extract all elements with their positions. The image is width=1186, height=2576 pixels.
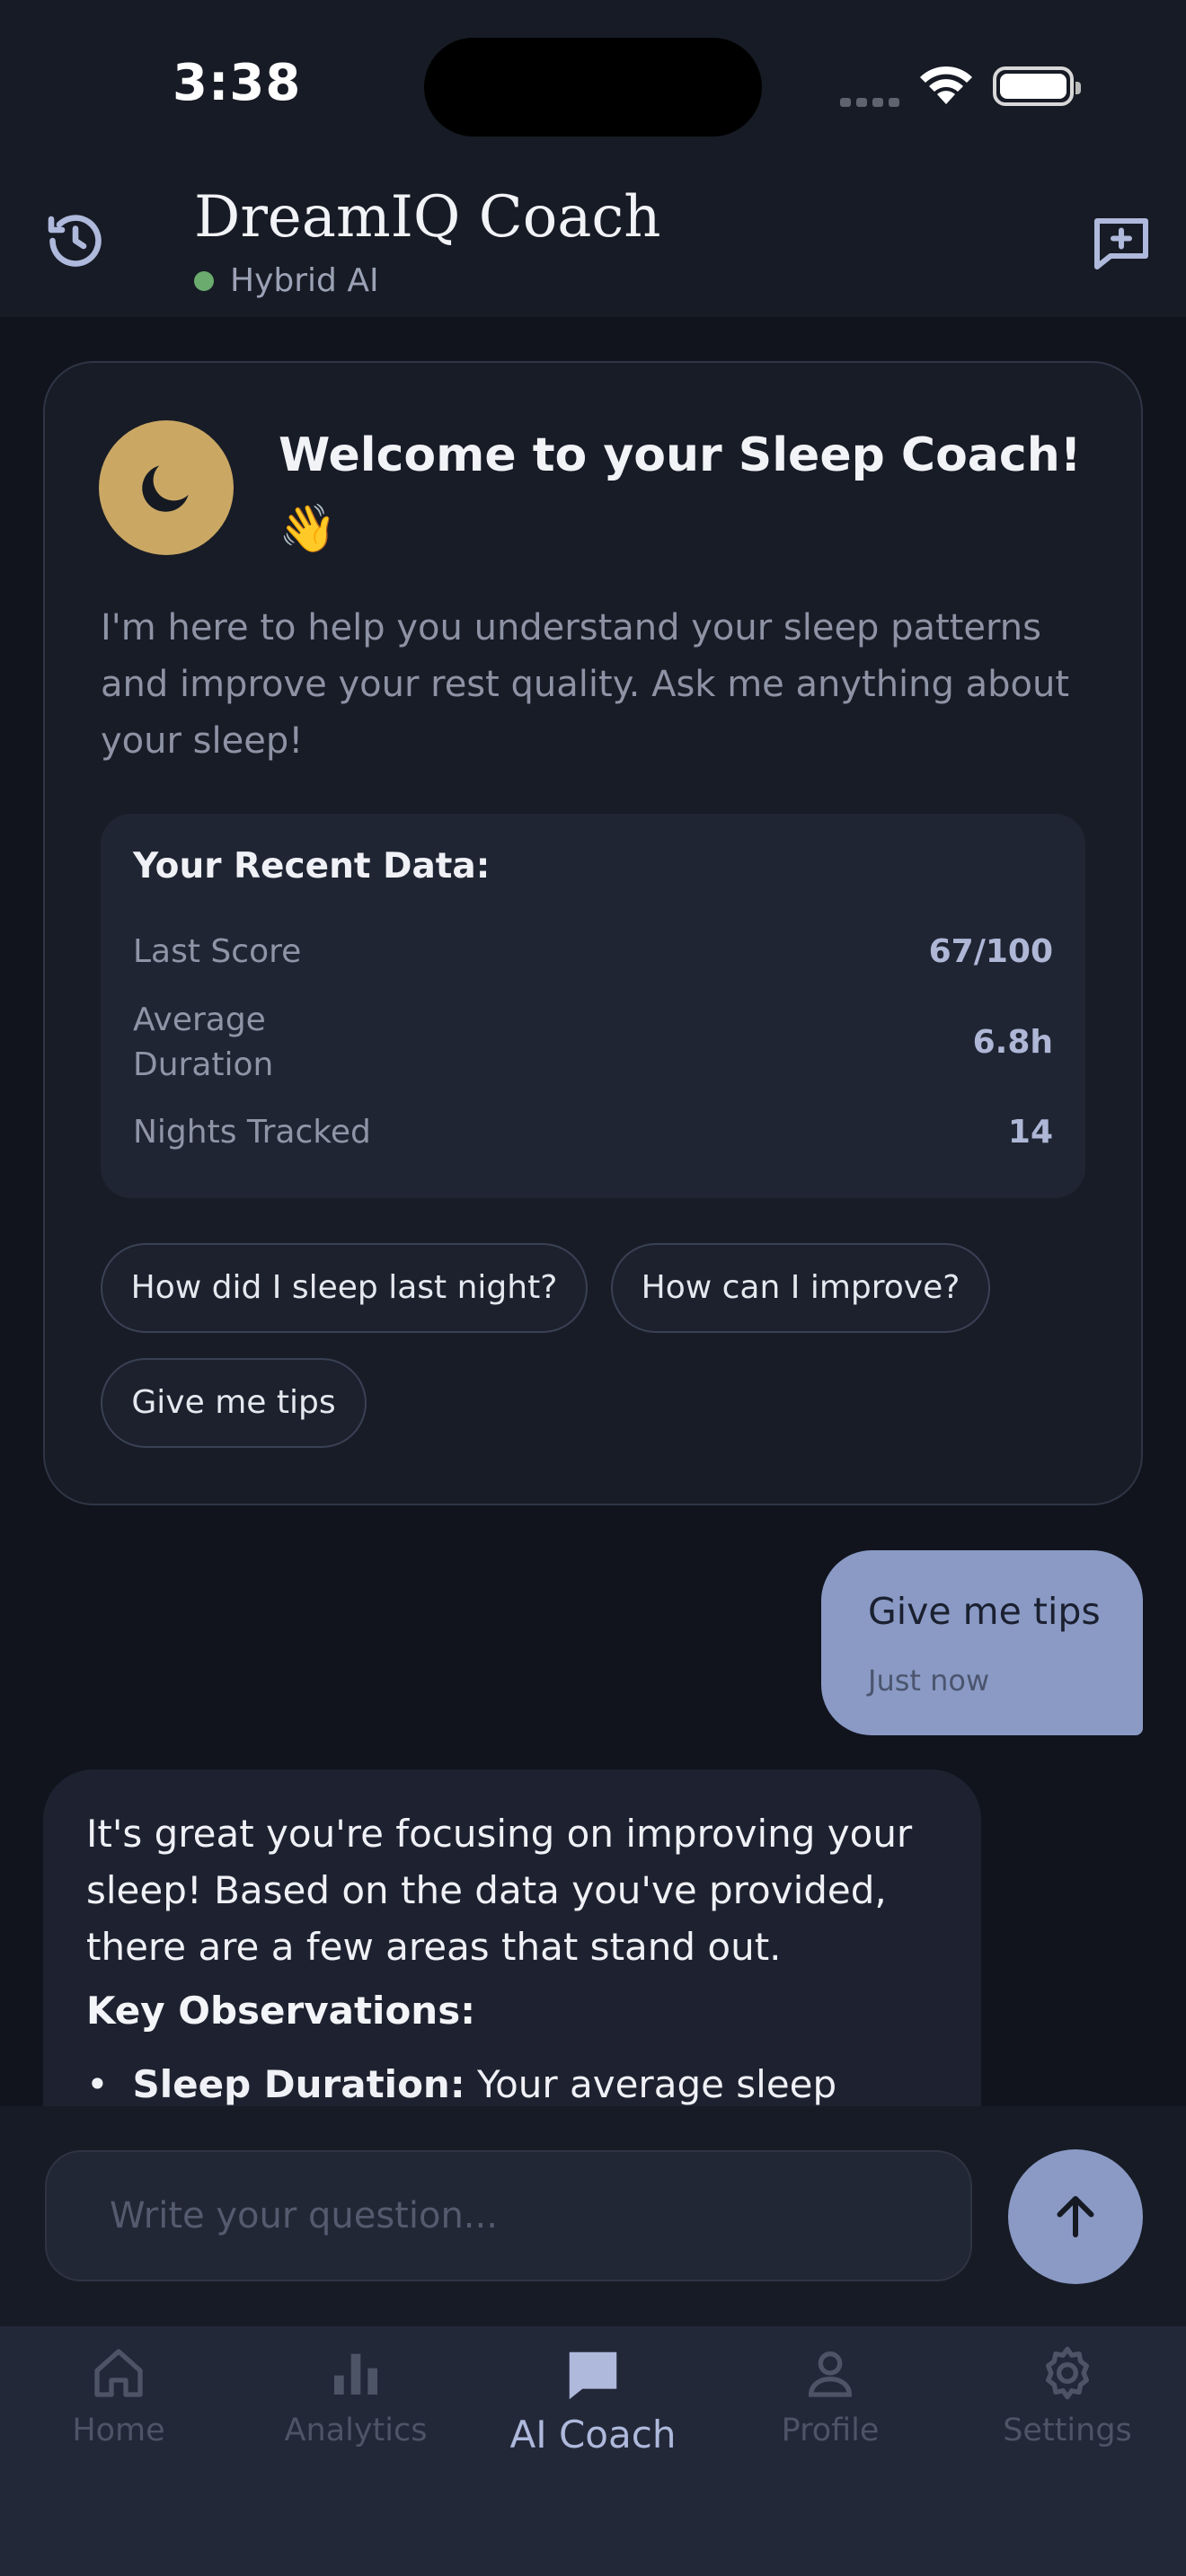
- gear-icon: [1046, 2346, 1089, 2400]
- ai-message-bubble: It's great you're focusing on improving …: [43, 1769, 981, 2147]
- home-icon: [94, 2349, 143, 2397]
- chat-icon: [569, 2351, 617, 2400]
- tab-profile[interactable]: Profile: [731, 2344, 929, 2470]
- nights-tracked-label: Nights Tracked: [133, 1114, 371, 1151]
- app-title: DreamIQ Coach: [194, 184, 661, 251]
- tab-profile-label: Profile: [781, 2413, 880, 2448]
- welcome-text: I'm here to help you understand your sle…: [101, 607, 1070, 762]
- dynamic-island: [424, 38, 762, 137]
- welcome-title: Welcome to your Sleep Coach! 👋: [279, 428, 1082, 556]
- tab-analytics-label: Analytics: [284, 2413, 428, 2448]
- tab-settings-label: Settings: [1003, 2413, 1132, 2448]
- moon-icon: [142, 465, 189, 512]
- ai-mode-label: Hybrid AI: [230, 262, 379, 299]
- arrow-up-icon: [1057, 2196, 1094, 2237]
- question-input[interactable]: [45, 2150, 972, 2281]
- status-time: 3:38: [173, 54, 302, 112]
- tab-home[interactable]: Home: [20, 2344, 217, 2470]
- last-score-label: Last Score: [133, 933, 302, 970]
- coach-avatar: [99, 420, 234, 555]
- suggestion-chip-sleep-last-night[interactable]: How did I sleep last night?: [101, 1243, 588, 1333]
- nights-tracked-value: 14: [1007, 1114, 1053, 1151]
- new-chat-icon[interactable]: [1089, 210, 1154, 275]
- battery-icon: [993, 66, 1081, 106]
- cellular-signal-icon: [840, 93, 905, 110]
- tab-ai-coach-label: AI Coach: [509, 2413, 677, 2457]
- person-icon: [808, 2351, 853, 2397]
- bullet-label: Sleep Duration:: [132, 2062, 465, 2106]
- suggestion-chip-how-improve[interactable]: How can I improve?: [611, 1243, 990, 1333]
- average-duration-value: 6.8h: [972, 1024, 1053, 1061]
- recent-data-title: Your Recent Data:: [133, 846, 491, 887]
- bar-chart-icon: [334, 2353, 377, 2395]
- suggestion-chip-give-tips[interactable]: Give me tips: [101, 1358, 367, 1448]
- bullet-text: Your average sleep: [465, 2062, 837, 2106]
- tab-settings[interactable]: Settings: [969, 2344, 1166, 2470]
- user-message-text: Give me tips: [868, 1590, 1101, 1633]
- tab-ai-coach[interactable]: AI Coach: [494, 2344, 692, 2470]
- send-button[interactable]: [1008, 2149, 1143, 2284]
- ai-message-heading: Key Observations:: [86, 1989, 476, 2033]
- wifi-icon: [920, 66, 972, 104]
- history-icon[interactable]: [43, 208, 108, 273]
- ai-message-bullet: • Sleep Duration: Your average sleep: [86, 2062, 837, 2106]
- tab-analytics[interactable]: Analytics: [257, 2344, 455, 2470]
- last-score-value: 67/100: [928, 933, 1053, 970]
- user-message-time: Just now: [868, 1663, 990, 1698]
- tab-home-label: Home: [72, 2413, 165, 2448]
- status-dot: [194, 271, 214, 291]
- ai-message-text: It's great you're focusing on improving …: [86, 1812, 913, 1969]
- user-message-bubble: [821, 1550, 1143, 1735]
- average-duration-label: Average Duration: [133, 1001, 274, 1083]
